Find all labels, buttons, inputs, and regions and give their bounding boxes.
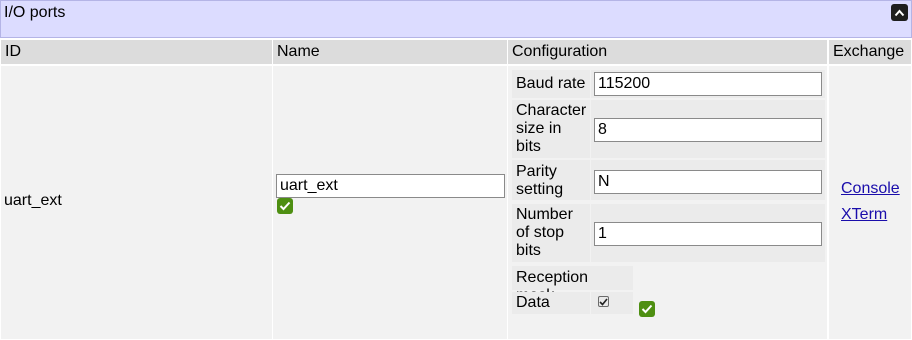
column-header-name: Name bbox=[273, 40, 507, 64]
name-confirm-button[interactable] bbox=[277, 198, 293, 214]
cell-name bbox=[273, 66, 507, 339]
data-checkbox[interactable] bbox=[598, 296, 609, 307]
panel-title: I/O ports bbox=[4, 4, 66, 21]
checkmark-icon bbox=[279, 201, 291, 211]
stop-bits-label: Number of stop bits bbox=[512, 204, 590, 262]
cell-exchange bbox=[829, 66, 911, 339]
parity-label: Parity setting bbox=[512, 160, 590, 200]
column-header-id: ID bbox=[1, 40, 272, 64]
chevron-up-icon bbox=[894, 8, 905, 16]
baud-rate-label: Baud rate bbox=[512, 70, 590, 98]
char-size-label: Character size in bits bbox=[512, 100, 590, 158]
reception-mask-label: Reception mask bbox=[512, 266, 633, 304]
console-link[interactable]: Console bbox=[841, 180, 900, 198]
mask-confirm-button[interactable] bbox=[639, 301, 655, 317]
char-size-input[interactable] bbox=[594, 118, 822, 142]
stop-bits-input[interactable] bbox=[594, 222, 822, 246]
column-header-configuration: Configuration bbox=[508, 40, 827, 64]
port-id: uart_ext bbox=[4, 192, 62, 209]
baud-rate-input[interactable] bbox=[594, 72, 822, 96]
checkbox-check-icon bbox=[599, 297, 608, 306]
port-name-input[interactable] bbox=[276, 174, 505, 198]
collapse-button[interactable] bbox=[891, 4, 908, 21]
panel-header bbox=[0, 0, 912, 38]
column-header-exchange: Exchange bbox=[829, 40, 911, 64]
data-label: Data bbox=[512, 292, 590, 314]
parity-input[interactable] bbox=[594, 170, 822, 194]
xterm-link[interactable]: XTerm bbox=[841, 206, 887, 224]
checkmark-icon bbox=[641, 304, 653, 314]
